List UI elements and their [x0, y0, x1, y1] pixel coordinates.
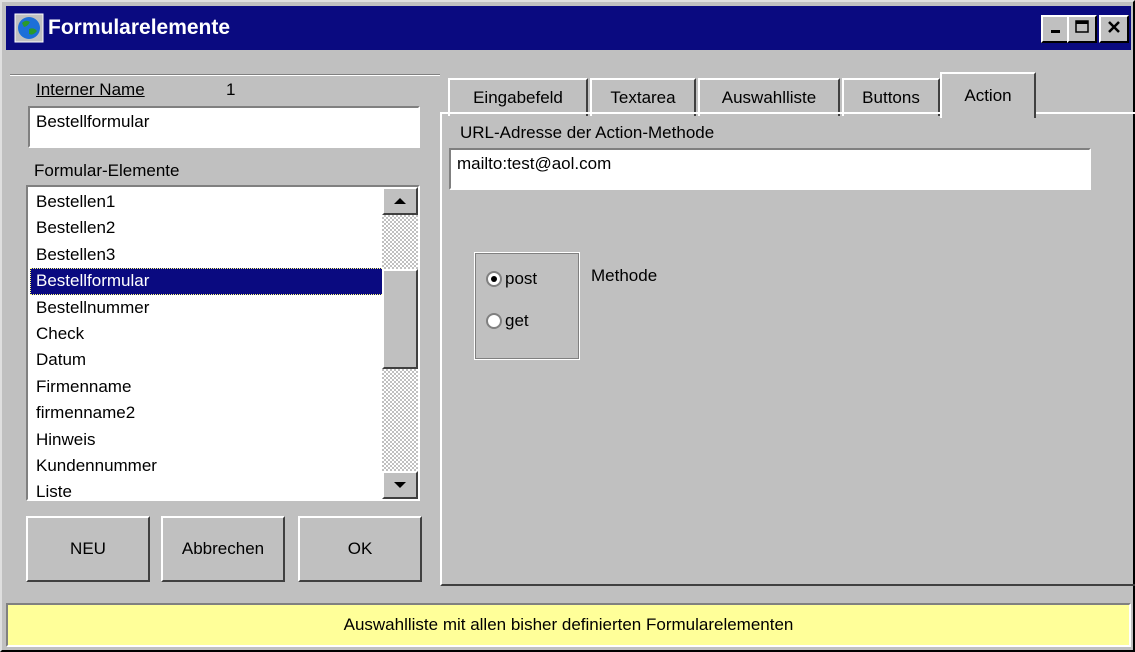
window-title: Formularelemente	[48, 16, 231, 39]
cancel-button-label: Abbrechen	[181, 539, 265, 558]
tab-action[interactable]: Action	[940, 72, 1036, 118]
radio-get-indicator[interactable]	[486, 313, 502, 329]
globe-icon	[14, 13, 44, 43]
maximize-button[interactable]	[1067, 15, 1097, 43]
tab-auswahlliste[interactable]: Auswahlliste	[698, 78, 840, 116]
close-button[interactable]	[1099, 15, 1129, 43]
url-label: URL-Adresse der Action-Methode	[460, 123, 715, 142]
scroll-down-button[interactable]	[382, 471, 418, 499]
list-item[interactable]: Kundennummer	[30, 453, 384, 479]
radio-post-indicator[interactable]	[486, 271, 502, 287]
list-item[interactable]: Datum	[30, 347, 384, 373]
tab-label: Buttons	[862, 88, 920, 107]
arrow-up-icon	[393, 191, 407, 211]
list-item[interactable]: firmenname2	[30, 400, 384, 426]
form-elements-listbox[interactable]: Bestellen1 Bestellen2 Bestellen3 Bestellfor…	[26, 185, 420, 501]
scroll-up-button[interactable]	[382, 187, 418, 215]
tab-textarea[interactable]: Textarea	[590, 78, 696, 116]
new-button[interactable]: NEU	[26, 516, 150, 582]
new-button-label: NEU	[70, 539, 106, 558]
list-item[interactable]: Bestellen3	[30, 242, 384, 268]
list-item[interactable]: Hinweis	[30, 427, 384, 453]
close-icon	[1106, 19, 1122, 40]
listbox-scrollbar[interactable]	[382, 187, 418, 499]
divider	[10, 74, 440, 76]
tab-eingabefeld[interactable]: Eingabefeld	[448, 78, 588, 116]
list-item[interactable]: Check	[30, 321, 384, 347]
status-bar: Auswahlliste mit allen bisher definierte…	[6, 603, 1131, 647]
status-text: Auswahlliste mit allen bisher definierte…	[343, 615, 794, 634]
cancel-button[interactable]: Abbrechen	[161, 516, 285, 582]
internal-name-input[interactable]: Bestellformular	[28, 106, 420, 148]
list-item[interactable]: Bestellformular	[30, 268, 384, 295]
tab-label: Textarea	[610, 88, 676, 107]
radio-post[interactable]: post	[486, 269, 537, 289]
radio-post-label: post	[505, 269, 538, 288]
ok-button[interactable]: OK	[298, 516, 422, 582]
tab-label: Action	[964, 86, 1012, 105]
radio-get[interactable]: get	[486, 311, 529, 331]
maximize-icon	[1074, 19, 1090, 40]
url-input[interactable]: mailto:test@aol.com	[449, 148, 1091, 190]
list-item[interactable]: Firmenname	[30, 374, 384, 400]
title-bar[interactable]: Formularelemente	[6, 6, 1131, 50]
radio-get-label: get	[505, 311, 529, 330]
list-item[interactable]: Bestellen2	[30, 215, 384, 241]
tab-buttons[interactable]: Buttons	[842, 78, 940, 116]
form-elements-list[interactable]: Bestellen1 Bestellen2 Bestellen3 Bestellfor…	[30, 189, 384, 499]
internal-name-label: Interner Name	[36, 80, 145, 99]
internal-name-number: 1	[226, 80, 236, 99]
list-item[interactable]: Bestellen1	[30, 189, 384, 215]
scroll-thumb[interactable]	[382, 269, 418, 369]
tab-label: Auswahlliste	[721, 88, 817, 107]
ok-button-label: OK	[347, 539, 373, 558]
method-label: Methode	[591, 266, 658, 285]
form-elements-label: Formular-Elemente	[34, 161, 180, 180]
tab-label: Eingabefeld	[473, 88, 563, 107]
list-item[interactable]: Bestellnummer	[30, 295, 384, 321]
minimize-icon	[1049, 19, 1063, 39]
arrow-down-icon	[393, 475, 407, 495]
list-item[interactable]: Liste	[30, 479, 384, 499]
dialog-window: Formularelemente Interner Name 1 Bestell…	[0, 0, 1135, 652]
